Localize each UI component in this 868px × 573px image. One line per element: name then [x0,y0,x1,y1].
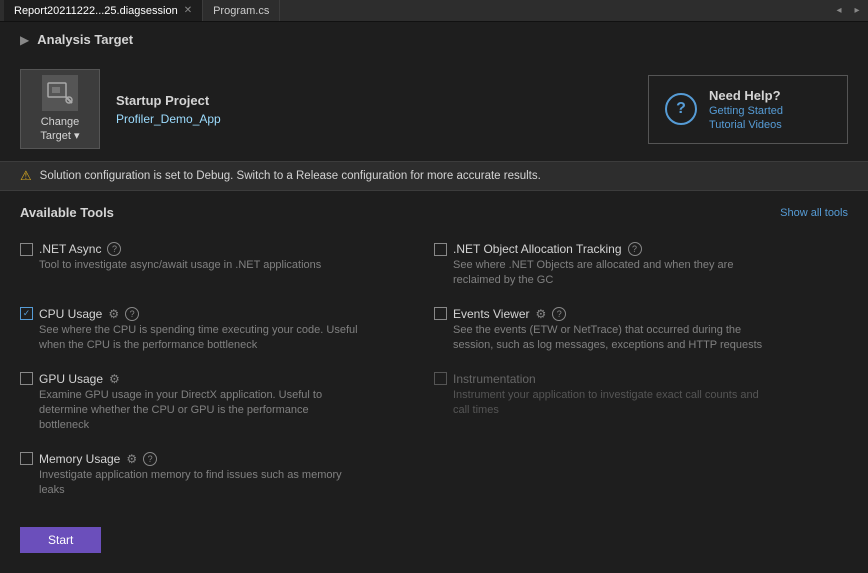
section-title: Analysis Target [37,32,133,47]
tool-events-viewer-info-icon[interactable]: ? [552,307,566,321]
tab-program-cs[interactable]: Program.cs [203,0,280,21]
tool-net-async-name: .NET Async [39,242,101,256]
warning-icon: ⚠ [20,168,32,184]
tool-instrumentation: Instrumentation Instrument your applicat… [434,364,848,444]
tool-gpu-usage-gear-icon[interactable]: ⚙ [109,372,120,386]
tab-diagsession-label: Report20211222...25.diagsession [14,5,178,17]
tool-net-async: .NET Async ? Tool to investigate async/a… [20,234,434,299]
scroll-right-btn[interactable]: ▸ [850,4,864,18]
analysis-target: ChangeTarget ▾ Startup Project Profiler_… [0,57,868,161]
startup-project-label: Startup Project [116,93,221,108]
tool-net-async-checkbox[interactable] [20,243,33,256]
tool-memory-usage-gear-icon[interactable]: ⚙ [126,452,137,466]
need-help-text: Need Help? Getting Started Tutorial Vide… [709,88,783,131]
main-content: ▶ Analysis Target ChangeTarget ▾ [0,22,868,573]
tool-net-async-header: .NET Async ? [20,242,422,256]
tool-memory-usage-header: Memory Usage ⚙ ? [20,452,422,466]
tool-cpu-usage-header: CPU Usage ⚙ ? [20,307,422,321]
start-area: Start [20,527,101,553]
tool-net-async-info-icon[interactable]: ? [107,242,121,256]
warning-bar: ⚠ Solution configuration is set to Debug… [0,161,868,191]
tool-events-viewer-checkbox[interactable] [434,307,447,320]
tool-memory-usage-info-icon[interactable]: ? [143,452,157,466]
tab-diagsession-close[interactable]: ✕ [184,5,192,16]
tool-gpu-usage-header: GPU Usage ⚙ [20,372,422,386]
tool-memory-usage: Memory Usage ⚙ ? Investigate application… [20,444,434,509]
tool-cpu-usage-gear-icon[interactable]: ⚙ [108,307,119,321]
tool-instrumentation-name: Instrumentation [453,372,536,386]
help-icon: ? [665,93,697,125]
warning-text: Solution configuration is set to Debug. … [40,170,541,182]
getting-started-link[interactable]: Getting Started [709,105,783,117]
change-target-button[interactable]: ChangeTarget ▾ [20,69,100,149]
change-target-label: ChangeTarget ▾ [40,115,79,144]
tool-memory-usage-description: Investigate application memory to find i… [20,468,360,499]
tool-instrumentation-checkbox [434,372,447,385]
need-help-title: Need Help? [709,88,783,103]
change-target-dropdown-arrow: ▾ [74,130,80,142]
tab-diagsession[interactable]: Report20211222...25.diagsession ✕ [4,0,203,21]
available-tools-header: Available Tools Show all tools [0,199,868,226]
tool-events-viewer: Events Viewer ⚙ ? See the events (ETW or… [434,299,848,364]
project-name: Profiler_Demo_App [116,112,221,126]
tool-events-viewer-name: Events Viewer [453,307,529,321]
tool-net-object-allocation-description: See where .NET Objects are allocated and… [434,258,774,289]
tool-net-object-allocation-checkbox[interactable] [434,243,447,256]
tool-net-object-allocation-name: .NET Object Allocation Tracking [453,242,622,256]
tool-instrumentation-description: Instrument your application to investiga… [434,388,774,419]
start-button[interactable]: Start [20,527,101,553]
tool-cpu-usage: CPU Usage ⚙ ? See where the CPU is spend… [20,299,434,364]
tool-cpu-usage-info-icon[interactable]: ? [125,307,139,321]
tool-net-object-allocation-header: .NET Object Allocation Tracking ? [434,242,836,256]
tab-bar: Report20211222...25.diagsession ✕ Progra… [4,0,280,21]
tool-net-object-allocation-info-icon[interactable]: ? [628,242,642,256]
tool-net-async-description: Tool to investigate async/await usage in… [20,258,360,273]
tool-events-viewer-description: See the events (ETW or NetTrace) that oc… [434,323,774,354]
tool-cpu-usage-checkbox[interactable] [20,307,33,320]
tool-cpu-usage-description: See where the CPU is spending time execu… [20,323,360,354]
tool-cpu-usage-name: CPU Usage [39,307,102,321]
title-bar-controls: ◂ ▸ [832,4,864,18]
tools-grid: .NET Async ? Tool to investigate async/a… [0,234,868,509]
scroll-left-btn[interactable]: ◂ [832,4,846,18]
available-tools-title: Available Tools [20,205,114,220]
need-help-box: ? Need Help? Getting Started Tutorial Vi… [648,75,848,144]
tutorial-videos-link[interactable]: Tutorial Videos [709,119,783,131]
section-header: ▶ Analysis Target [0,22,868,57]
tool-memory-usage-name: Memory Usage [39,452,120,466]
tool-instrumentation-header: Instrumentation [434,372,836,386]
tool-memory-usage-checkbox[interactable] [20,452,33,465]
tool-gpu-usage: GPU Usage ⚙ Examine GPU usage in your Di… [20,364,434,444]
tool-events-viewer-header: Events Viewer ⚙ ? [434,307,836,321]
change-target-icon [42,75,78,111]
title-bar: Report20211222...25.diagsession ✕ Progra… [0,0,868,22]
show-all-tools-link[interactable]: Show all tools [780,207,848,219]
tool-gpu-usage-name: GPU Usage [39,372,103,386]
tool-net-object-allocation: .NET Object Allocation Tracking ? See wh… [434,234,848,299]
section-expand-btn[interactable]: ▶ [20,33,29,47]
tool-events-viewer-gear-icon[interactable]: ⚙ [535,307,546,321]
target-left: ChangeTarget ▾ Startup Project Profiler_… [20,69,221,149]
tool-gpu-usage-description: Examine GPU usage in your DirectX applic… [20,388,360,434]
tool-gpu-usage-checkbox[interactable] [20,372,33,385]
target-info: Startup Project Profiler_Demo_App [116,93,221,126]
tab-program-cs-label: Program.cs [213,5,269,17]
